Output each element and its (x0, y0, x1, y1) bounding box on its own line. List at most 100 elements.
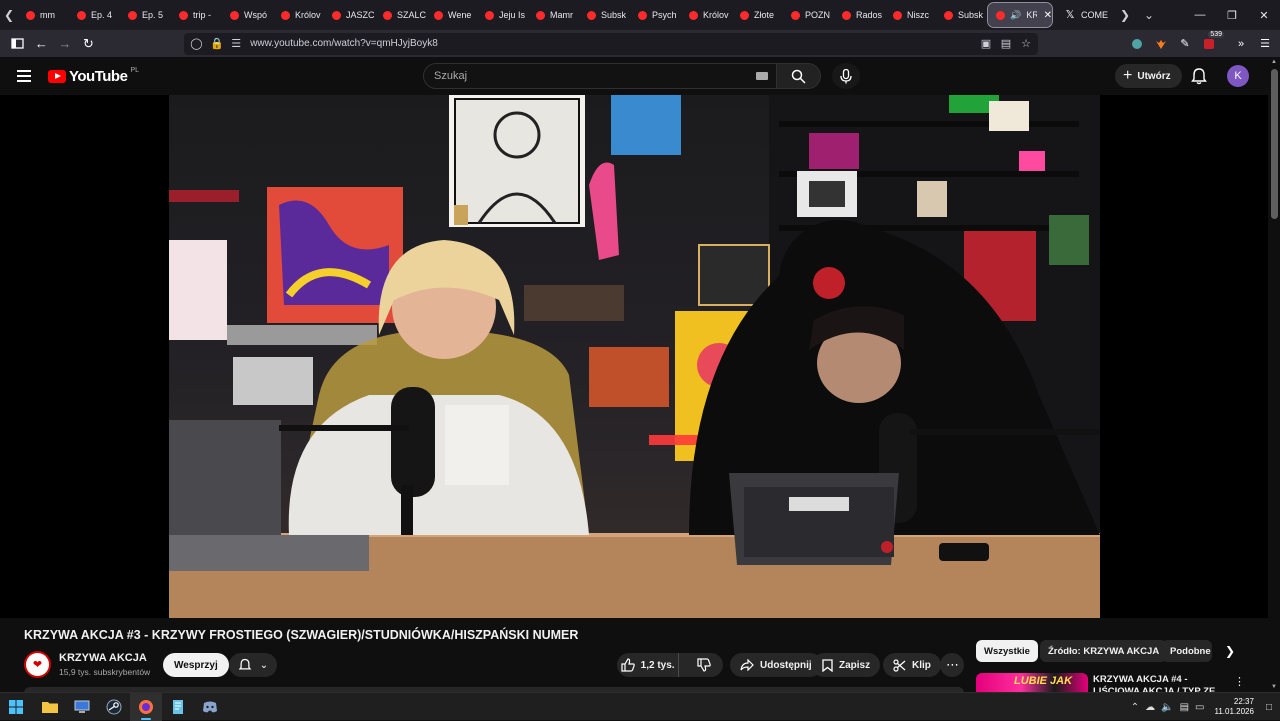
browser-tab[interactable]: JASZC (324, 0, 375, 30)
browser-tab[interactable]: Mamr (528, 0, 579, 30)
minimize-icon[interactable]: — (1184, 9, 1216, 21)
close-window-icon[interactable]: ✕ (1248, 9, 1280, 22)
reader-view-icon[interactable]: ▤ (1000, 37, 1012, 50)
create-button[interactable]: + Utwórz (1115, 64, 1182, 88)
dislike-button[interactable] (685, 653, 723, 677)
picture-in-picture-icon[interactable]: ▣ (980, 37, 992, 50)
overflow-menu-icon[interactable]: » (1232, 35, 1250, 53)
like-button[interactable]: 1,2 tys. (617, 653, 680, 677)
thumbnail-text: LUBIE JAK (1014, 675, 1073, 687)
browser-tab[interactable]: Subsk (579, 0, 630, 30)
clip-button[interactable]: Klip (883, 653, 941, 677)
related-video-thumbnail[interactable]: LUBIE JAK (976, 673, 1088, 693)
vpn-extension-icon[interactable] (1128, 35, 1146, 53)
guide-menu-icon[interactable] (12, 70, 36, 82)
shield-icon[interactable]: ◯ (190, 37, 202, 50)
scrollbar-thumb[interactable] (1271, 69, 1278, 219)
bookmark-star-icon[interactable]: ☆ (1020, 37, 1032, 50)
adblock-extension-icon[interactable]: 539 (1200, 30, 1224, 53)
browser-tab[interactable]: Niszc (885, 0, 936, 30)
address-bar[interactable]: ◯ 🔒 ☰ www.youtube.com/watch?v=qmHJyjBoyk… (184, 32, 1038, 55)
browser-tab[interactable]: Psych (630, 0, 681, 30)
subscription-bell-button[interactable]: ⌄ (229, 653, 277, 677)
more-actions-icon[interactable]: ⋯ (940, 653, 964, 677)
support-button[interactable]: Wesprzyj (163, 653, 229, 677)
browser-tab[interactable]: Wene (426, 0, 477, 30)
tray-overflow-icon[interactable]: ⌃ (1131, 702, 1139, 713)
channel-name[interactable]: KRZYWA AKCJA (59, 652, 147, 664)
youtube-wordmark: YouTube (69, 67, 128, 85)
search-input[interactable]: Szukaj (423, 63, 777, 89)
chip-similar[interactable]: Podobne (1162, 640, 1212, 662)
tab-scroll-right-icon[interactable]: ❯ (1116, 0, 1134, 30)
extensions-puzzle-icon[interactable]: ✎ (1176, 35, 1194, 53)
browser-tab[interactable]: Rados (834, 0, 885, 30)
scroll-up-icon[interactable]: ▲ (1270, 59, 1278, 65)
browser-tab[interactable]: SZALC (375, 0, 426, 30)
lock-icon[interactable]: 🔒 (210, 37, 224, 50)
tab-label: Złote (754, 10, 775, 20)
browser-tab[interactable]: Subsk (936, 0, 984, 30)
browser-tab[interactable]: Królov (273, 0, 324, 30)
app-menu-icon[interactable]: ☰ (1256, 35, 1274, 53)
file-explorer-icon[interactable] (34, 693, 66, 721)
tab-label: Królov (703, 10, 729, 20)
browser-tab[interactable]: Królov (681, 0, 732, 30)
network-icon[interactable]: ▤ (1180, 702, 1189, 713)
battery-icon[interactable]: ▭ (1195, 702, 1204, 713)
browser-tab[interactable]: Ep. 4 (69, 0, 120, 30)
discord-icon[interactable] (194, 693, 226, 721)
back-icon[interactable]: ← (30, 32, 54, 56)
browser-tab[interactable]: POZN (783, 0, 834, 30)
browser-tab[interactable]: mm (18, 0, 69, 30)
search-button[interactable] (777, 63, 821, 89)
system-tray: ⌃ ☁ 🔈 ▤ ▭ 22:37 11.01.2026 □ (1131, 693, 1280, 721)
sidebar-toggle-icon[interactable] (6, 32, 30, 56)
browser-tab[interactable]: Jeju Is (477, 0, 528, 30)
volume-icon[interactable]: 🔈 (1161, 702, 1173, 713)
permissions-icon[interactable]: ☰ (230, 37, 242, 50)
tab-scroll-left-icon[interactable]: ❮ (0, 0, 18, 30)
save-button[interactable]: Zapisz (812, 653, 881, 677)
browser-tab[interactable]: Złote (732, 0, 783, 30)
chip-next-icon[interactable]: ❯ (1220, 641, 1240, 661)
share-button[interactable]: Udostępnij (730, 653, 822, 677)
monitor-app-icon[interactable] (66, 693, 98, 721)
video-frame[interactable] (169, 95, 1100, 618)
voice-search-button[interactable] (832, 63, 860, 89)
reload-icon[interactable]: ↻ (77, 32, 101, 56)
related-video-menu-icon[interactable]: ⋮ (1234, 675, 1245, 688)
user-avatar[interactable]: K (1227, 65, 1249, 87)
tab-list-dropdown-icon[interactable]: ⌄ (1134, 0, 1164, 30)
scroll-down-icon[interactable]: ▼ (1270, 684, 1278, 690)
onedrive-icon[interactable]: ☁ (1145, 702, 1155, 713)
taskbar-clock[interactable]: 22:37 11.01.2026 (1215, 697, 1254, 717)
url-text[interactable]: www.youtube.com/watch?v=qmHJyjBoyk8 (250, 38, 972, 49)
steam-icon[interactable] (98, 693, 130, 721)
speaker-icon[interactable]: 🔊 (1010, 10, 1021, 21)
chip-source[interactable]: Źródło: KRZYWA AKCJA (1040, 640, 1168, 662)
chip-all[interactable]: Wszystkie (976, 640, 1038, 662)
browser-tab[interactable]: trip - (171, 0, 222, 30)
notes-app-icon[interactable] (162, 693, 194, 721)
related-video-title[interactable]: KRZYWA AKCJA #4 - LIŚCIOWA AKCJA / TYP Z… (1093, 674, 1233, 693)
youtube-logo[interactable]: YouTube PL (48, 67, 139, 85)
close-tab-icon[interactable]: ✕ (1044, 10, 1052, 21)
keyboard-icon[interactable] (756, 72, 768, 80)
windows-start-icon[interactable] (0, 693, 32, 721)
forward-icon[interactable]: → (53, 32, 77, 56)
restore-icon[interactable]: ❐ (1216, 9, 1248, 22)
video-player[interactable] (0, 95, 1268, 618)
channel-avatar[interactable]: ❤ (24, 651, 51, 678)
firefox-icon[interactable] (130, 692, 162, 721)
browser-tab[interactable]: Ep. 5 (120, 0, 171, 30)
notifications-bell-icon[interactable] (1190, 67, 1208, 85)
tab-x[interactable]: 𝕏 COME (1056, 0, 1116, 30)
fox-extension-icon[interactable] (1152, 35, 1170, 53)
page-scrollbar[interactable]: ▲ ▼ (1268, 57, 1280, 692)
youtube-favicon-icon (638, 10, 647, 20)
browser-tab[interactable]: Wspó (222, 0, 273, 30)
tab-active[interactable]: 🔊 KR ✕ (987, 2, 1053, 28)
youtube-favicon-icon (944, 10, 953, 20)
notification-center-icon[interactable]: □ (1266, 702, 1272, 713)
